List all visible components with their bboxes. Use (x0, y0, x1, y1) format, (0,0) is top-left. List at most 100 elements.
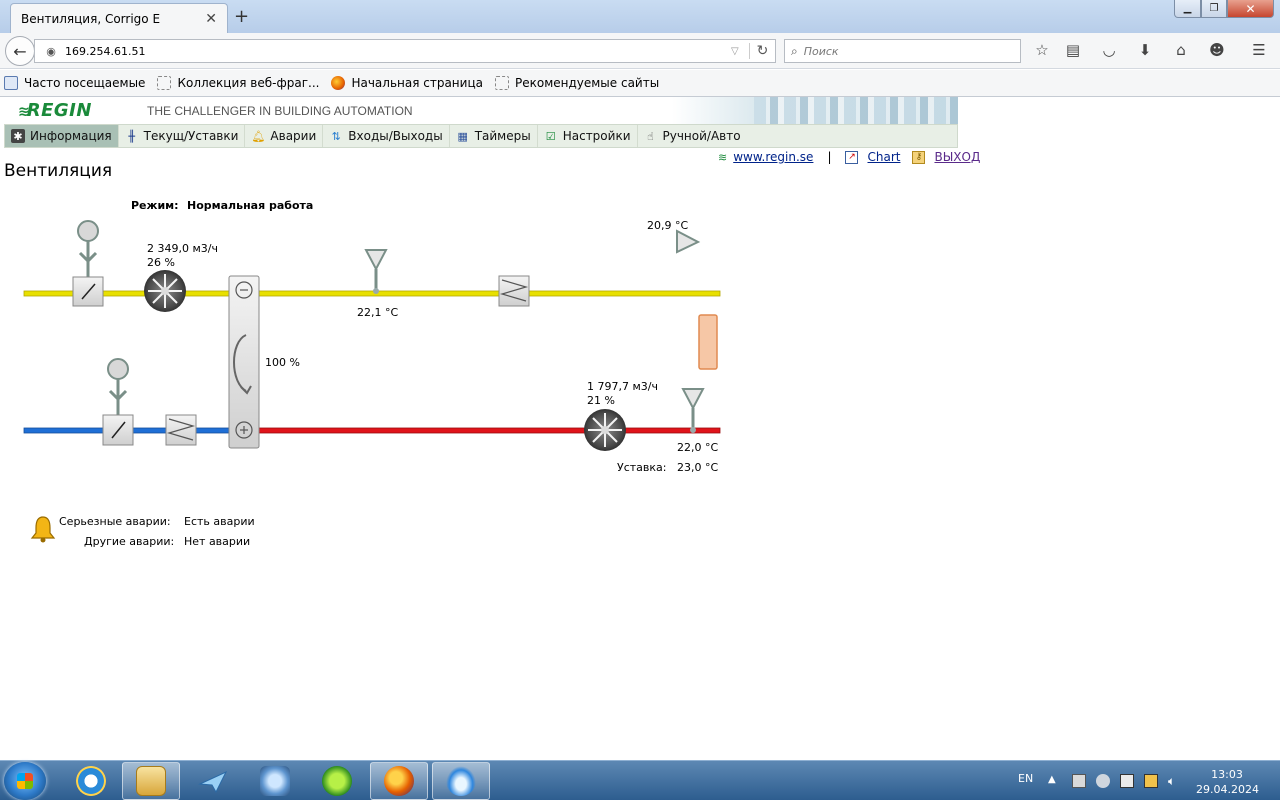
maximize-button[interactable]: ❐ (1201, 0, 1227, 18)
window-titlebar: Вентиляция, Corrigo E ✕ + ▁ ❐ ✕ (0, 0, 1280, 33)
other-alarms-value: Нет аварии (184, 535, 251, 548)
menu-item-io[interactable]: ⇅ Входы/Выходы (323, 125, 450, 147)
home-icon[interactable]: ⌂ (1170, 41, 1192, 61)
supply-temp-sensor-icon (364, 249, 388, 294)
supply-fan-percent: 26 % (147, 256, 175, 269)
tagline: THE CHALLENGER IN BUILDING AUTOMATION (147, 104, 413, 118)
browser-tab[interactable]: Вентиляция, Corrigo E ✕ (10, 3, 228, 33)
exhaust-fan-icon[interactable] (584, 409, 626, 451)
checklist-icon: ☑ (545, 129, 556, 143)
system-clock[interactable]: 13:03 29.04.2024 (1196, 767, 1259, 797)
building-banner-image (754, 97, 958, 124)
green-app-icon[interactable] (308, 762, 366, 800)
fan-icon: ✱ (11, 129, 25, 143)
supply-fan-flow: 2 349,0 м3/ч (147, 242, 218, 255)
blank-page-icon (494, 76, 509, 90)
reading-list-icon[interactable]: ▤ (1062, 41, 1084, 61)
windows-taskbar: EN ▲ 🔈︎ 13:03 29.04.2024 (0, 760, 1280, 800)
firefox-icon[interactable] (370, 762, 428, 800)
language-indicator[interactable]: EN (1018, 772, 1033, 785)
menu-item-info[interactable]: ✱ Информация (5, 125, 119, 147)
blank-page-icon (157, 76, 172, 90)
main-menu: ✱ Информация ╫ Текущ/Уставки 🔔︎ Аварии ⇅… (4, 124, 958, 148)
outdoor-damper[interactable] (102, 358, 134, 446)
setpoint-label: Уставка: (617, 461, 667, 474)
hamburger-menu-icon[interactable]: ☰ (1248, 41, 1270, 61)
calendar-icon: ▦ (457, 129, 468, 143)
exhaust-duct (257, 427, 721, 434)
bookmark-item[interactable]: Рекомендуемые сайты (494, 76, 659, 90)
start-button[interactable] (4, 762, 46, 800)
chat-icon[interactable]: ☻ (1206, 41, 1228, 61)
paper-plane-icon[interactable] (184, 762, 242, 800)
search-icon: ⌕ (791, 43, 798, 58)
globe-icon: ◉ (46, 44, 56, 58)
volume-muted-icon[interactable]: 🔈︎ (1168, 774, 1182, 788)
chart-link[interactable]: Chart (867, 150, 900, 164)
leaf-icon[interactable] (1096, 774, 1110, 788)
close-window-button[interactable]: ✕ (1227, 0, 1274, 18)
chevron-up-icon[interactable]: ▲ (1048, 774, 1062, 788)
exhaust-temp-value: 22,0 °C (677, 441, 719, 454)
menu-item-manual-auto[interactable]: ☝ Ручной/Авто (638, 125, 747, 147)
action-center-icon[interactable] (1072, 774, 1086, 788)
bookmark-item[interactable]: Коллекция веб-фраг... (157, 76, 319, 90)
search-input[interactable]: ⌕ Поиск (784, 39, 1021, 63)
supply-fan-icon[interactable] (144, 270, 186, 312)
exhaust-temp-sensor-icon (681, 388, 705, 433)
new-tab-button[interactable]: + (234, 6, 249, 27)
url-text[interactable]: 169.254.61.51 (61, 45, 731, 58)
firefox-icon (331, 76, 346, 90)
logout-link[interactable]: ВЫХОД (934, 150, 980, 164)
bookmark-star-icon[interactable]: ☆ (1031, 41, 1053, 61)
heat-exchanger-rotor[interactable] (228, 275, 260, 449)
menu-item-settings[interactable]: ☑ Настройки (538, 125, 638, 147)
supply-temp-value: 22,1 °C (357, 306, 399, 319)
hand-icon: ☝ (647, 129, 654, 143)
link-separator: | (827, 150, 832, 164)
network-status-icon[interactable] (1144, 774, 1158, 788)
room-temp-sensor-icon (676, 229, 718, 370)
bookmark-item[interactable]: Часто посещаемые (4, 76, 145, 90)
serious-alarms-label: Серьезные аварии: (59, 515, 171, 528)
file-explorer-icon[interactable] (122, 762, 180, 800)
supply-filter-icon (498, 275, 530, 307)
serious-alarms-value: Есть аварии (184, 515, 255, 528)
download-icon[interactable]: ⬇ (1134, 41, 1156, 61)
search-placeholder: Поиск (803, 44, 839, 58)
bell-icon: 🔔︎ (251, 129, 266, 143)
internet-explorer-icon[interactable] (62, 762, 120, 800)
tab-title: Вентиляция, Corrigo E (21, 11, 161, 26)
setpoint-value[interactable]: 23,0 °C (677, 461, 718, 474)
menu-item-alarms[interactable]: 🔔︎ Аварии (245, 125, 324, 147)
chart-icon: ↗ (845, 150, 859, 164)
regin-wave-icon: ≋ (718, 150, 728, 164)
bookmark-item[interactable]: Начальная страница (331, 76, 483, 90)
arrow-left-icon: ← (13, 41, 27, 61)
pocket-icon[interactable]: ◡ (1098, 41, 1120, 61)
exhaust-fan-flow: 1 797,7 м3/ч (587, 380, 658, 393)
thermometer-icon: ╫ (128, 129, 135, 143)
blue-app-icon[interactable] (432, 762, 490, 800)
room-temp-value: 20,9 °C (647, 219, 689, 232)
supply-duct (23, 290, 721, 297)
network-icon[interactable] (246, 762, 304, 800)
back-button[interactable]: ← (5, 36, 35, 66)
navigation-toolbar: ← ◉ 169.254.61.51 ▽ ↻ ⌕ Поиск ☆ ▤ ◡ ⬇ ⌂ … (0, 33, 1280, 69)
arrows-icon: ⇅ (331, 129, 341, 143)
regin-logo: ≋REGIN (18, 100, 92, 121)
clock-date: 29.04.2024 (1196, 783, 1259, 796)
menu-item-timers[interactable]: ▦ Таймеры (450, 125, 538, 147)
page-header: ≋REGIN THE CHALLENGER IN BUILDING AUTOMA… (4, 97, 958, 124)
address-bar[interactable]: ◉ 169.254.61.51 ▽ ↻ (34, 39, 776, 63)
close-tab-icon[interactable]: ✕ (205, 11, 217, 27)
outdoor-filter-icon (165, 414, 197, 446)
menu-item-setpoints[interactable]: ╫ Текущ/Уставки (119, 125, 246, 147)
device-icon[interactable] (1120, 774, 1134, 788)
regin-site-link[interactable]: www.regin.se (733, 150, 813, 164)
minimize-button[interactable]: ▁ (1174, 0, 1201, 18)
reload-icon[interactable]: ↻ (749, 43, 775, 59)
chevron-down-icon[interactable]: ▽ (731, 46, 749, 57)
supply-damper[interactable] (72, 220, 104, 307)
clock-time: 13:03 (1211, 768, 1243, 781)
